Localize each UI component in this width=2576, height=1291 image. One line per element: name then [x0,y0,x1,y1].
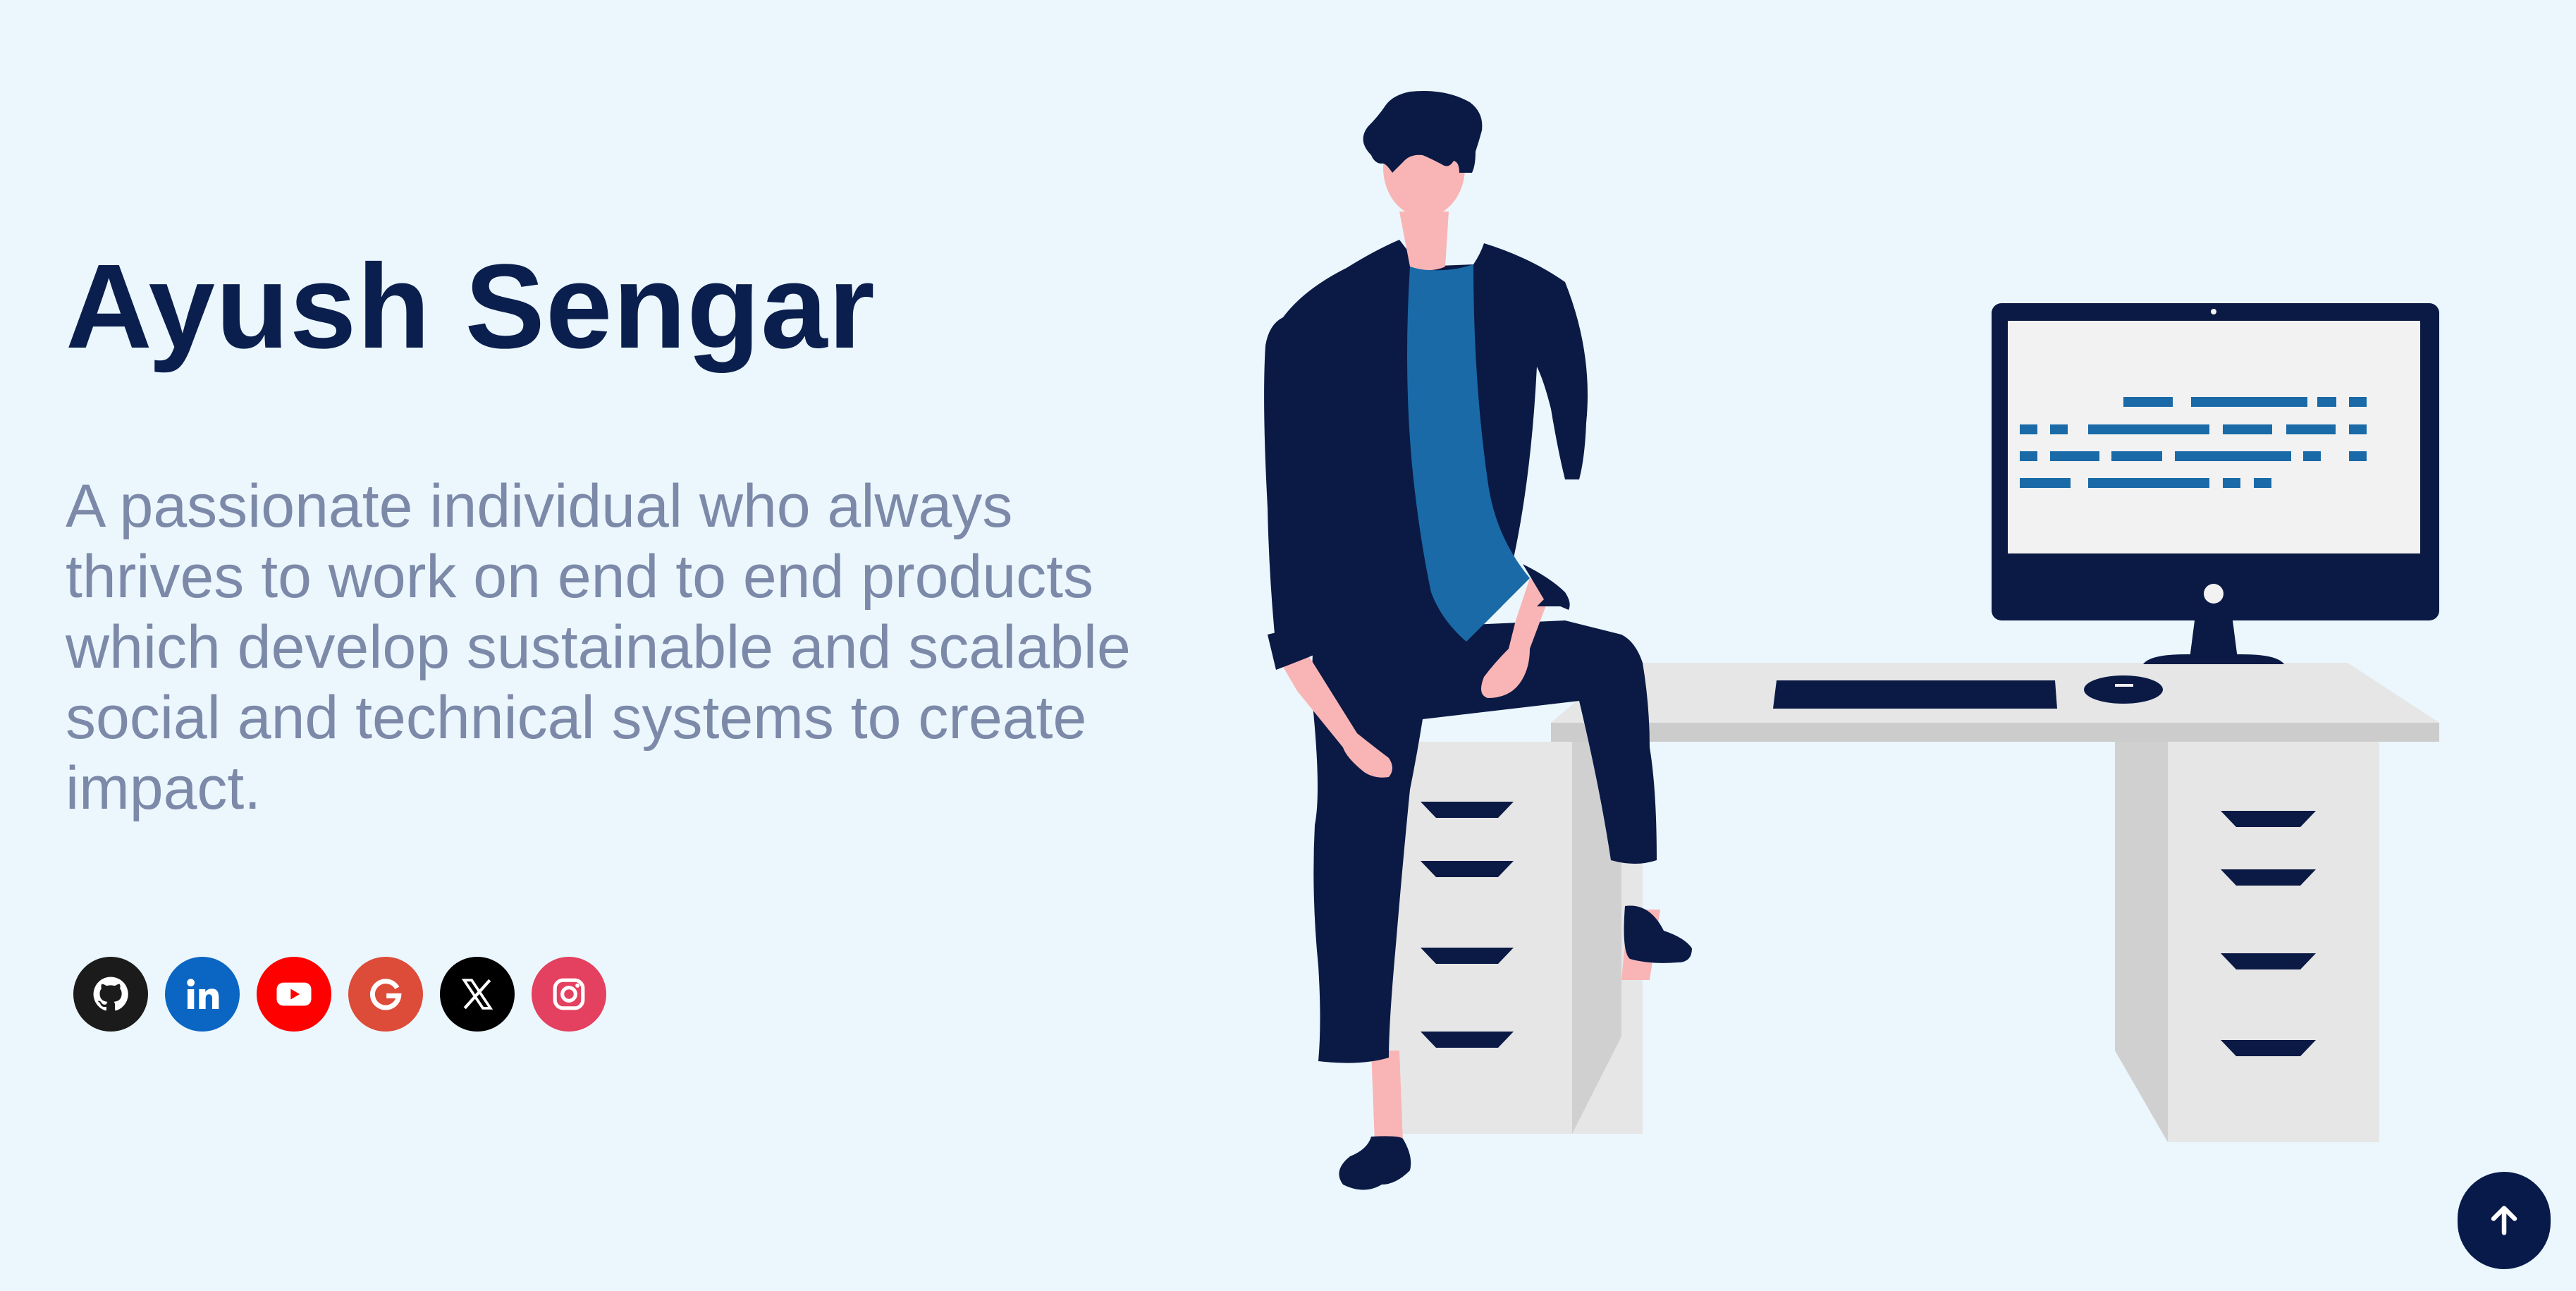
youtube-link[interactable] [257,957,331,1032]
youtube-icon [276,982,312,1006]
arrow-up-icon [2491,1206,2517,1235]
github-link[interactable] [73,957,148,1032]
linkedin-link[interactable] [165,957,240,1032]
developer-illustration [1264,91,2439,1190]
google-link[interactable] [348,957,423,1032]
scroll-to-top-button[interactable] [2458,1172,2551,1269]
desk [1375,663,2439,1142]
hero-name: Ayush Sengar [66,240,876,374]
instagram-icon [553,978,585,1010]
monitor [1992,303,2439,664]
linkedin-icon [187,979,219,1009]
x-icon [461,979,493,1010]
hero-section: Ayush Sengar A passionate individual who… [66,233,1194,824]
instagram-link[interactable] [532,957,606,1032]
github-icon [93,977,128,1011]
hero-bio: A passionate individual who always thriv… [66,472,1131,822]
page: Ayush Sengar A passionate individual who… [0,0,2576,1291]
x-link[interactable] [440,957,515,1032]
social-links [73,957,606,1032]
google-icon [369,979,402,1010]
